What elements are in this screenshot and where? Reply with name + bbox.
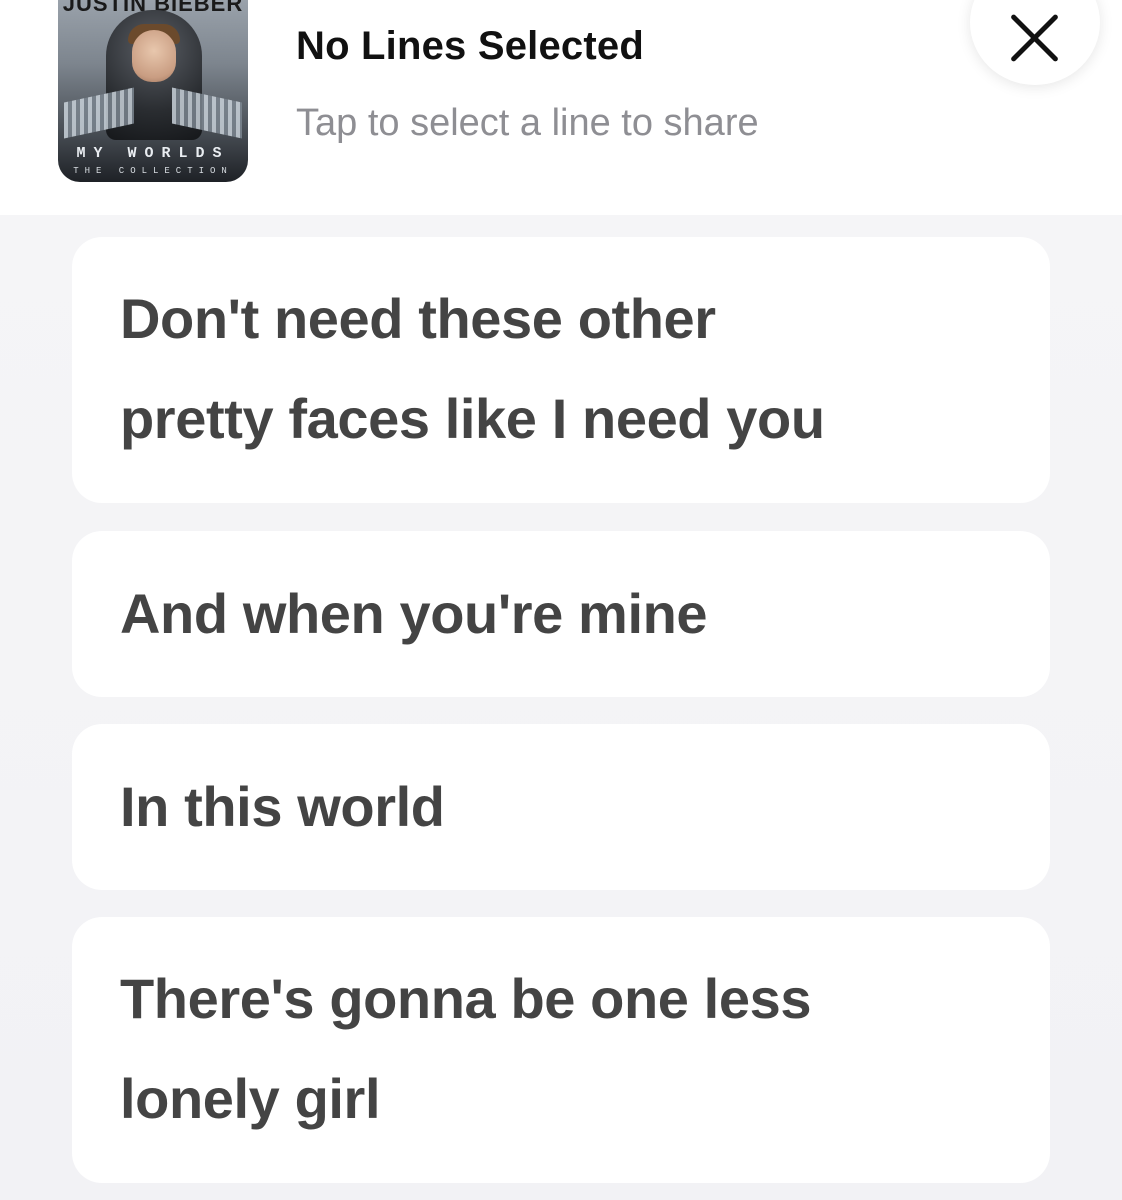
artwork-face — [132, 30, 176, 82]
close-button[interactable] — [970, 0, 1100, 85]
lyric-text-line-2: lonely girl — [120, 1067, 381, 1130]
album-subtitle-text: THE COLLECTION — [73, 166, 233, 176]
selection-title: No Lines Selected — [296, 24, 644, 68]
close-icon — [1008, 12, 1062, 66]
selection-hint: Tap to select a line to share — [296, 102, 759, 144]
lyric-text-line-1: In this world — [120, 775, 445, 838]
lyric-text-line-1: And when you're mine — [120, 582, 708, 645]
lyric-line[interactable]: There's gonna be one less lonely girl — [72, 917, 1050, 1183]
album-artwork: JUSTIN BIEBER MY WORLDS THE COLLECTION — [58, 0, 248, 182]
lyric-line[interactable]: In this world — [72, 724, 1050, 890]
lyric-text-line-1: There's gonna be one less — [120, 967, 812, 1030]
lyric-text-line-1: Don't need these other — [120, 287, 716, 350]
share-header: JUSTIN BIEBER MY WORLDS THE COLLECTION N… — [0, 0, 1122, 215]
lyric-text-line-2: pretty faces like I need you — [120, 387, 825, 450]
album-title-text: MY WORLDS — [76, 145, 230, 162]
lyric-line[interactable]: Don't need these other pretty faces like… — [72, 237, 1050, 503]
lyrics-list: Don't need these other pretty faces like… — [0, 215, 1122, 1200]
lyric-line[interactable]: And when you're mine — [72, 531, 1050, 697]
